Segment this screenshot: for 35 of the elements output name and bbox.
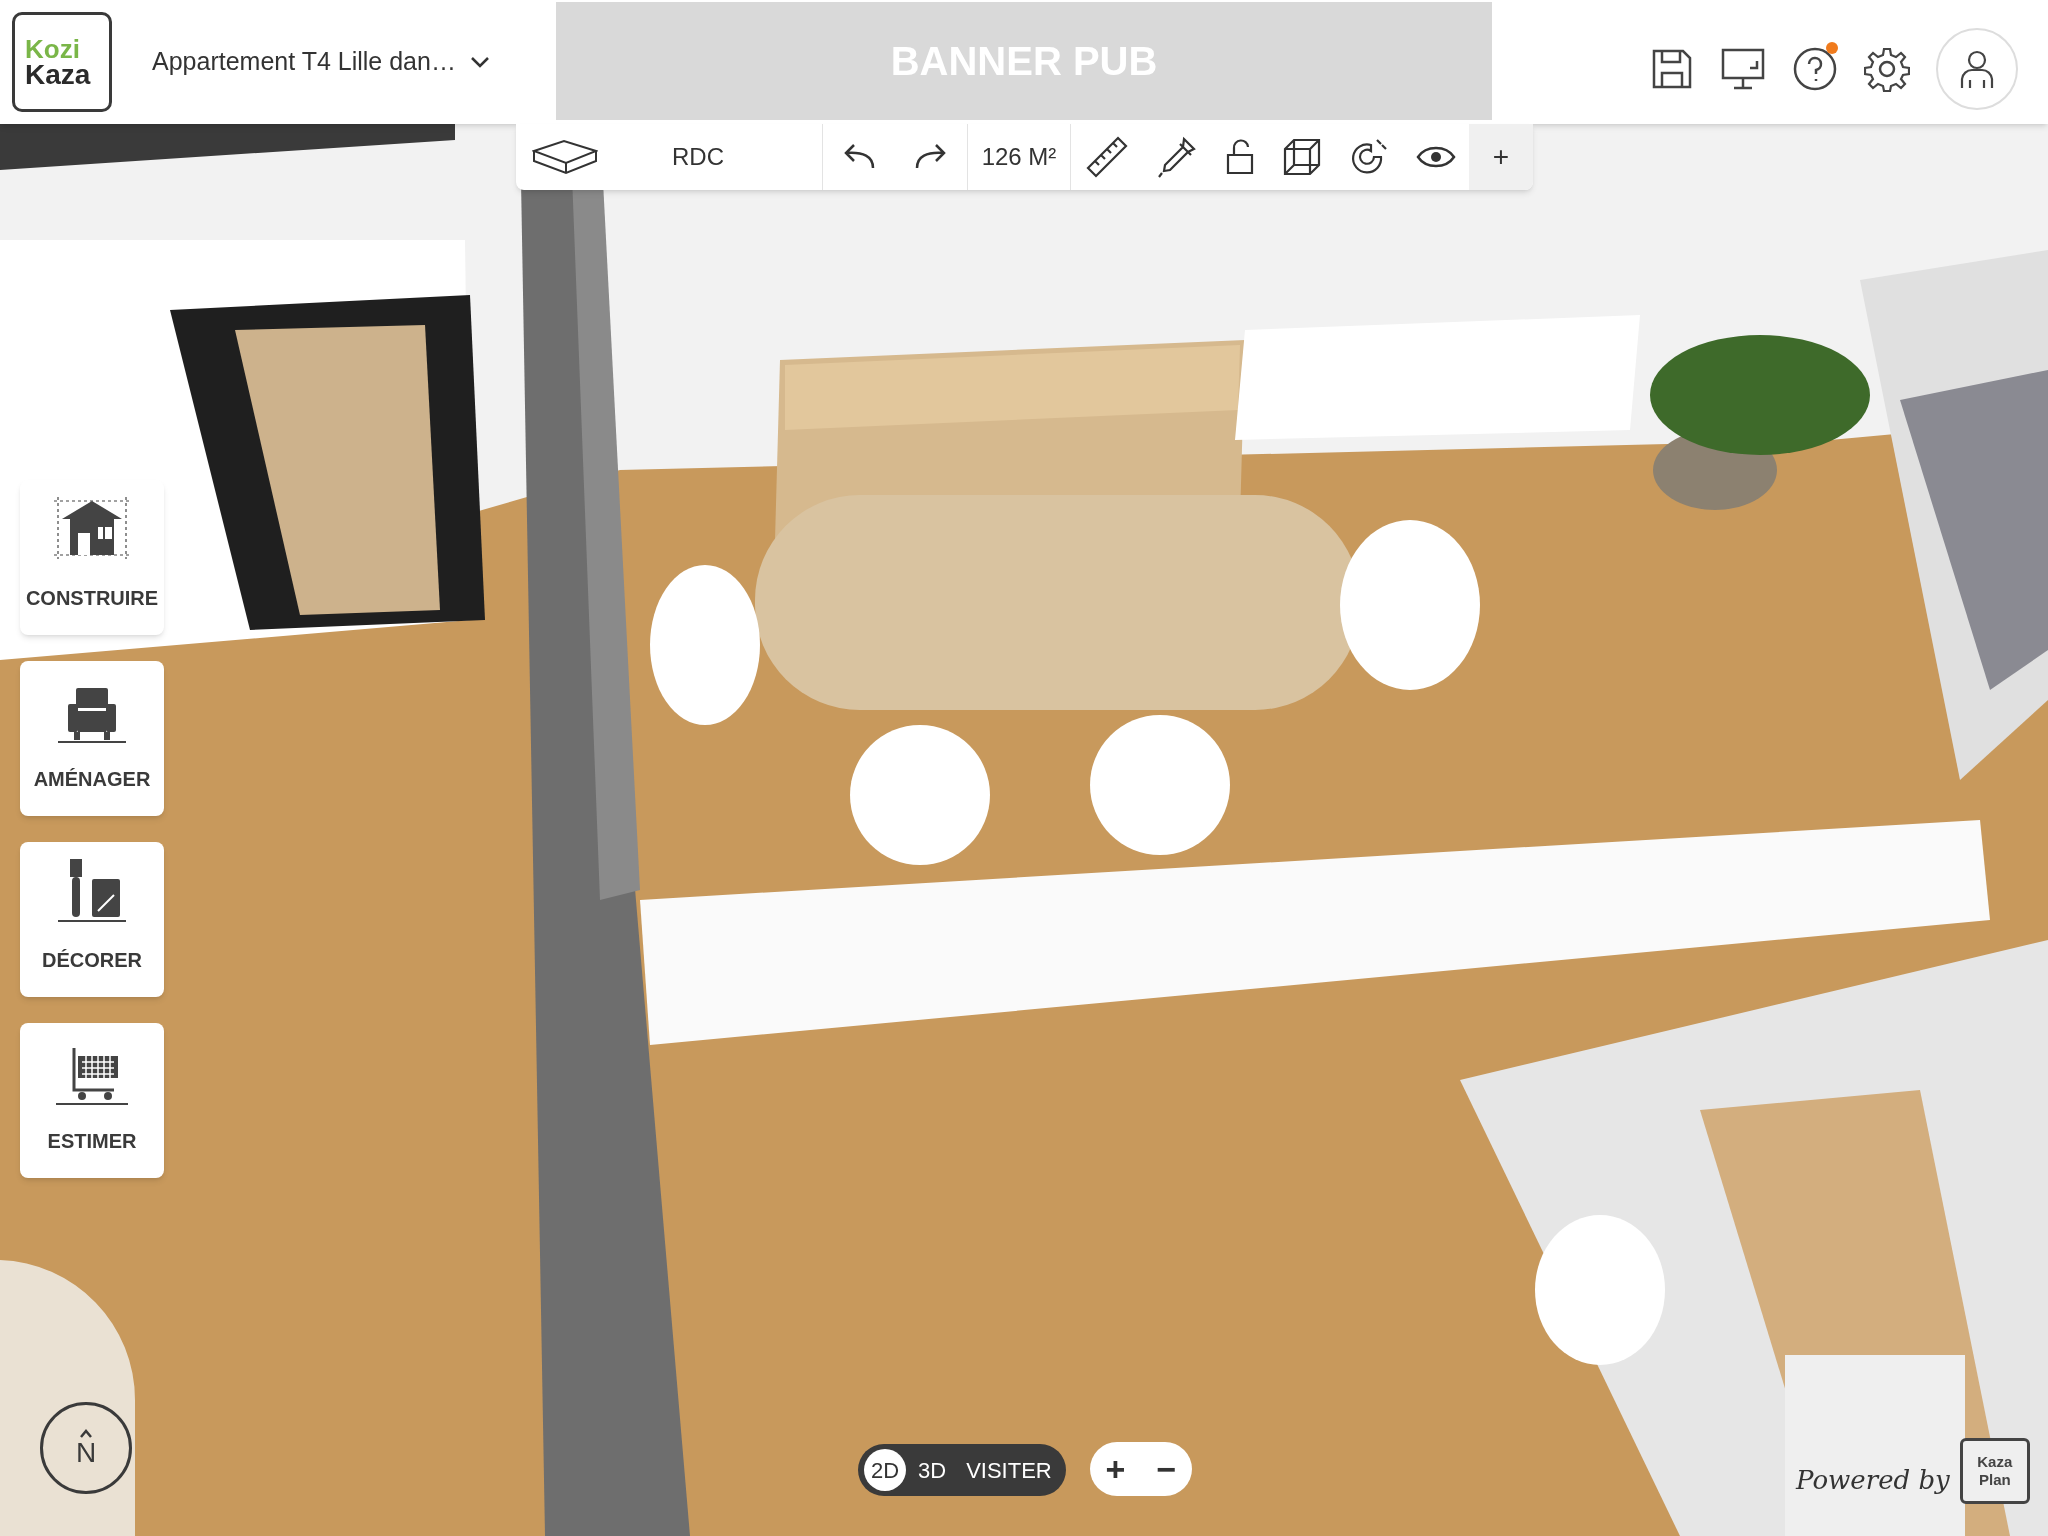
side-menu-button[interactable]: ESTIMER	[20, 1023, 164, 1178]
logo-text: Plan	[1978, 1472, 2011, 1488]
unlocked-padlock-icon[interactable]	[1224, 139, 1255, 175]
help-icon[interactable]	[1792, 46, 1838, 92]
compass-label: N	[75, 1437, 97, 1468]
ruler-icon[interactable]	[1084, 135, 1129, 179]
side-menu-button[interactable]: DÉCORER	[20, 842, 164, 997]
zoom-in-button[interactable]: +	[1105, 1443, 1126, 1495]
monitor-icon[interactable]	[1720, 46, 1766, 92]
view-mode-tab[interactable]: VISITER	[958, 1449, 1060, 1491]
user-avatar[interactable]	[1936, 28, 2018, 110]
zoom-out-button[interactable]: −	[1156, 1443, 1177, 1495]
floor-box-icon[interactable]	[532, 139, 598, 175]
logo-text: Kozi	[25, 36, 81, 62]
compass[interactable]: N	[40, 1402, 132, 1494]
area-button[interactable]: 126 M²	[968, 124, 1071, 190]
add-button[interactable]: +	[1469, 124, 1533, 190]
chevron-down-icon	[469, 55, 490, 69]
eyedropper-icon[interactable]	[1155, 135, 1198, 179]
settings-icon[interactable]	[1864, 46, 1910, 92]
logo-text: Kaza	[1977, 1454, 2013, 1470]
side-menu-button[interactable]: AMÉNAGER	[20, 661, 164, 816]
user-icon	[1959, 49, 1995, 89]
powered-by-text: Powered by	[1796, 1464, 1950, 1497]
view-mode-tab[interactable]: 2D	[864, 1449, 906, 1491]
logo-text: Kaza	[25, 62, 92, 88]
side-menu-button[interactable]: CONSTRUIRE	[20, 480, 164, 635]
app-logo[interactable]: Kozi Kaza	[12, 12, 112, 112]
floor-selector[interactable]: RDC	[672, 139, 724, 175]
cube-icon[interactable]	[1281, 137, 1322, 177]
kazaplan-logo[interactable]: Kaza Plan	[1959, 1438, 2030, 1504]
save-icon[interactable]	[1650, 47, 1694, 91]
view-mode-tab[interactable]: 3D	[910, 1449, 955, 1491]
caret-up-icon	[79, 1428, 93, 1438]
project-selector[interactable]: Appartement T4 Lille dan…	[152, 43, 490, 81]
